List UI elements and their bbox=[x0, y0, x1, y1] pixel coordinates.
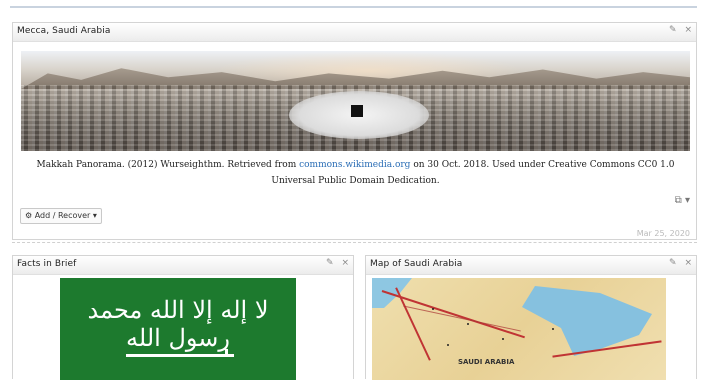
flag-sword bbox=[126, 349, 234, 357]
panel-title: Map of Saudi Arabia bbox=[370, 259, 463, 269]
source-link[interactable]: commons.wikimedia.org bbox=[299, 160, 410, 170]
panel-title: Mecca, Saudi Arabia bbox=[17, 26, 111, 36]
share-icon[interactable]: ⧉ ▾ bbox=[675, 195, 690, 206]
panel-tools: ✎ × bbox=[664, 258, 692, 268]
image-caption: Makkah Panorama. (2012) Wurseighthm. Ret… bbox=[36, 160, 675, 186]
close-icon[interactable]: × bbox=[684, 25, 692, 35]
panel-header: Mecca, Saudi Arabia ✎ × bbox=[13, 23, 696, 42]
section-divider bbox=[12, 242, 697, 243]
map-label: SAUDI ARABIA bbox=[458, 358, 515, 366]
flag-script: لا إله إلا الله محمد رسول الله bbox=[87, 296, 269, 352]
panel-header: Facts in Brief ✎ × bbox=[13, 256, 353, 275]
panel-tools: ✎ × bbox=[664, 25, 692, 35]
edit-icon[interactable]: ✎ bbox=[669, 258, 677, 268]
panel-title: Facts in Brief bbox=[17, 259, 77, 269]
edit-icon[interactable]: ✎ bbox=[669, 25, 677, 35]
close-icon[interactable]: × bbox=[341, 258, 349, 268]
panel-tools: ✎ × bbox=[321, 258, 349, 268]
top-divider bbox=[10, 6, 697, 8]
saudi-flag-image: لا إله إلا الله محمد رسول الله bbox=[60, 278, 296, 380]
close-icon[interactable]: × bbox=[684, 258, 692, 268]
edit-icon[interactable]: ✎ bbox=[326, 258, 334, 268]
map-panel: Map of Saudi Arabia ✎ × SAUDI ARABIA bbox=[365, 255, 697, 380]
mecca-panel: Mecca, Saudi Arabia ✎ × Makkah Panorama.… bbox=[12, 22, 697, 240]
mecca-panorama-image bbox=[21, 51, 690, 151]
add-recover-button[interactable]: ⚙ Add / Recover ▾ bbox=[20, 208, 102, 224]
date-label: Mar 25, 2020 bbox=[636, 229, 690, 238]
panel-header: Map of Saudi Arabia ✎ × bbox=[366, 256, 696, 275]
facts-panel: Facts in Brief ✎ × لا إله إلا الله محمد … bbox=[12, 255, 354, 380]
saudi-map-image: SAUDI ARABIA bbox=[372, 278, 666, 380]
